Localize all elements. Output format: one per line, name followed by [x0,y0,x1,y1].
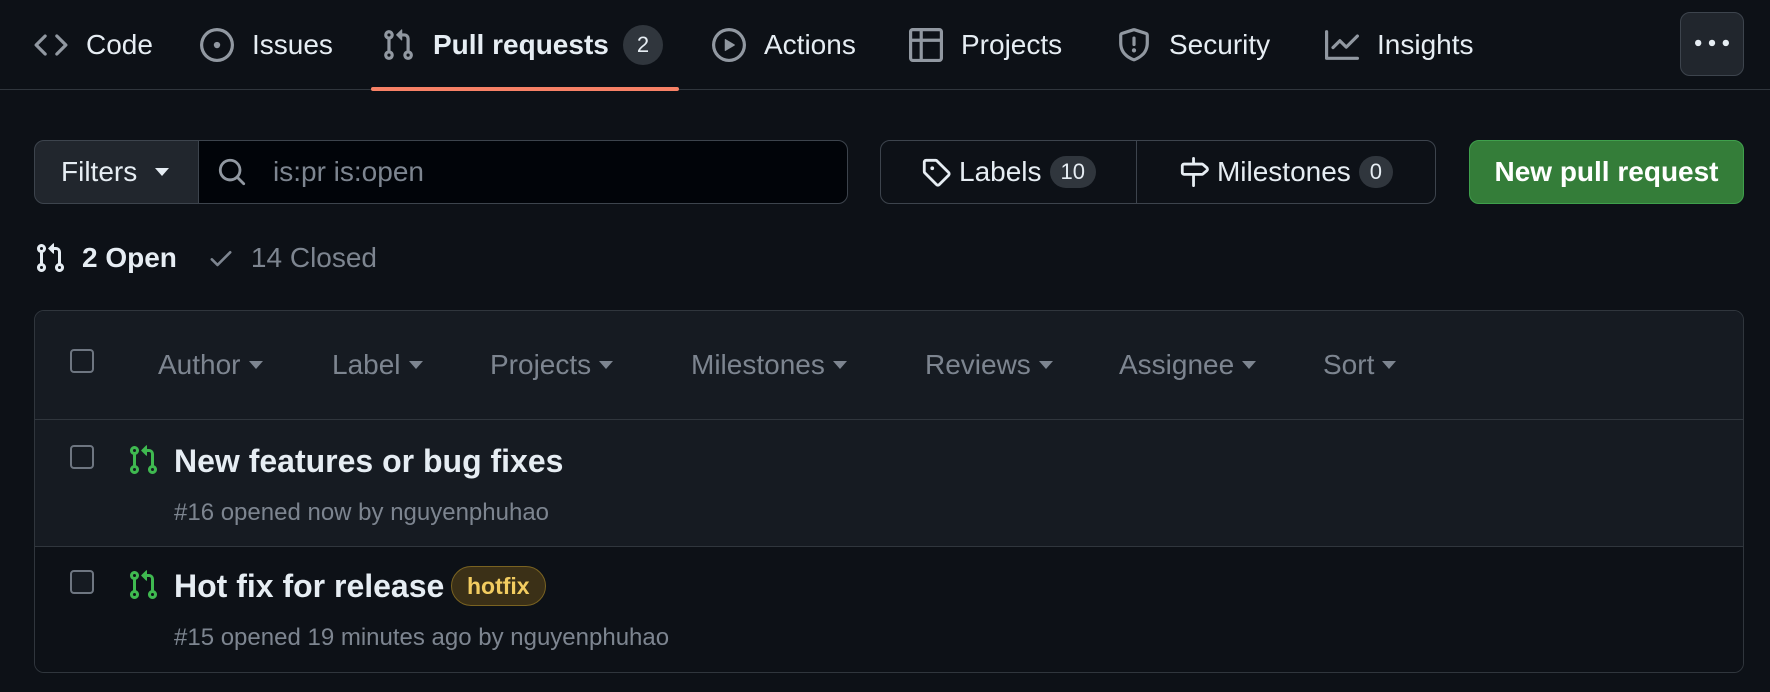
git-pull-request-open-icon [129,570,158,600]
row-checkbox[interactable] [70,570,94,594]
milestones-button[interactable]: Milestones 0 [1137,141,1435,203]
chevron-down-icon [1382,360,1397,369]
pr-meta-text: #16 opened now by [174,499,384,526]
list-header: Author Label Projects Milestones Reviews… [35,311,1743,420]
new-pull-request-button[interactable]: New pull request [1469,140,1744,204]
repo-navigation: Code Issues Pull requests 2 Actions Proj… [0,0,1770,91]
chevron-down-icon [408,360,423,369]
kebab-horizontal-icon [1695,39,1729,47]
pr-title-link[interactable]: Hot fix for release [174,568,444,605]
git-pull-request-open-icon [129,445,158,475]
closed-prs-toggle[interactable]: 14 Closed [207,242,377,274]
chevron-down-icon [1242,360,1257,369]
chevron-down-icon [832,360,847,369]
tab-projects-label: Projects [961,29,1063,60]
list-item: New features or bug fixes #16 opened now… [35,420,1743,547]
author-filter[interactable]: Author [158,311,263,418]
tab-issues[interactable]: Issues [200,0,333,90]
chevron-down-icon [599,360,614,369]
pr-author-link[interactable]: nguyenphuhao [510,624,669,651]
labels-button[interactable]: Labels 10 [881,141,1137,203]
filters-label: Filters [61,156,138,187]
label-filter[interactable]: Label [332,311,423,418]
reviews-filter-label: Reviews [925,348,1031,380]
pull-requests-counter: 2 [622,25,664,65]
tab-code[interactable]: Code [34,0,153,90]
projects-filter[interactable]: Projects [490,311,614,418]
tab-pull-requests[interactable]: Pull requests 2 [370,0,680,91]
author-filter-label: Author [158,348,241,380]
pull-request-list: Author Label Projects Milestones Reviews… [34,310,1744,673]
tab-insights-label: Insights [1377,29,1474,60]
state-toggle: 2 Open 14 Closed [34,236,377,280]
closed-prs-label: 14 Closed [250,242,378,273]
graph-icon [1325,30,1359,60]
hotfix-label-badge[interactable]: hotfix [451,566,546,606]
row-checkbox[interactable] [70,445,94,469]
search-icon [218,158,246,186]
open-prs-toggle[interactable]: 2 Open [34,242,177,274]
pr-meta: #15 opened 19 minutes ago by nguyenphuha… [174,624,669,652]
tag-icon [922,158,951,187]
select-all-checkbox[interactable] [70,349,94,373]
tab-pull-requests-label: Pull requests [433,29,609,60]
shield-icon [1119,28,1149,62]
labels-label: Labels [959,156,1042,187]
filters-button[interactable]: Filters [34,140,199,204]
assignee-filter[interactable]: Assignee [1119,311,1257,418]
tab-actions-label: Actions [764,29,856,60]
pr-author-link[interactable]: nguyenphuhao [390,499,549,526]
reviews-filter[interactable]: Reviews [925,311,1053,418]
pr-meta: #16 opened now by nguyenphuhao [174,499,549,527]
list-item: Hot fix for release hotfix #15 opened 19… [35,547,1743,672]
git-pull-request-icon [384,29,413,60]
open-prs-label: 2 Open [82,242,177,273]
search-input[interactable] [271,155,835,189]
pr-title-link[interactable]: New features or bug fixes [174,443,563,480]
milestones-filter[interactable]: Milestones [691,311,847,418]
git-pull-request-icon [36,243,65,273]
milestones-filter-label: Milestones [691,348,825,380]
tab-projects[interactable]: Projects [909,0,1062,90]
tab-security-label: Security [1169,29,1271,60]
issue-opened-icon [200,28,234,62]
sort-filter[interactable]: Sort [1323,311,1397,418]
code-icon [34,34,68,56]
tab-code-label: Code [86,29,153,60]
play-icon [712,28,746,62]
more-tabs-button[interactable] [1680,12,1744,76]
pr-meta-text: #15 opened 19 minutes ago by [174,624,504,651]
milestones-count: 0 [1358,156,1394,188]
assignee-filter-label: Assignee [1119,348,1235,380]
chevron-down-icon [1038,360,1053,369]
milestone-icon [1180,157,1209,187]
tab-actions[interactable]: Actions [712,0,856,90]
tab-security[interactable]: Security [1117,0,1270,90]
chevron-down-icon [155,168,170,176]
tab-insights[interactable]: Insights [1325,0,1474,90]
labels-milestones-group: Labels 10 Milestones 0 [880,140,1436,204]
table-icon [909,28,943,62]
chevron-down-icon [248,360,263,369]
label-filter-label: Label [332,348,401,380]
projects-filter-label: Projects [490,348,592,380]
search-box[interactable] [198,140,848,204]
check-icon [210,251,232,267]
tab-issues-label: Issues [252,29,333,60]
milestones-label: Milestones [1216,156,1351,187]
labels-count: 10 [1049,156,1096,188]
new-pull-request-label: New pull request [1494,156,1719,187]
sort-filter-label: Sort [1323,348,1375,380]
